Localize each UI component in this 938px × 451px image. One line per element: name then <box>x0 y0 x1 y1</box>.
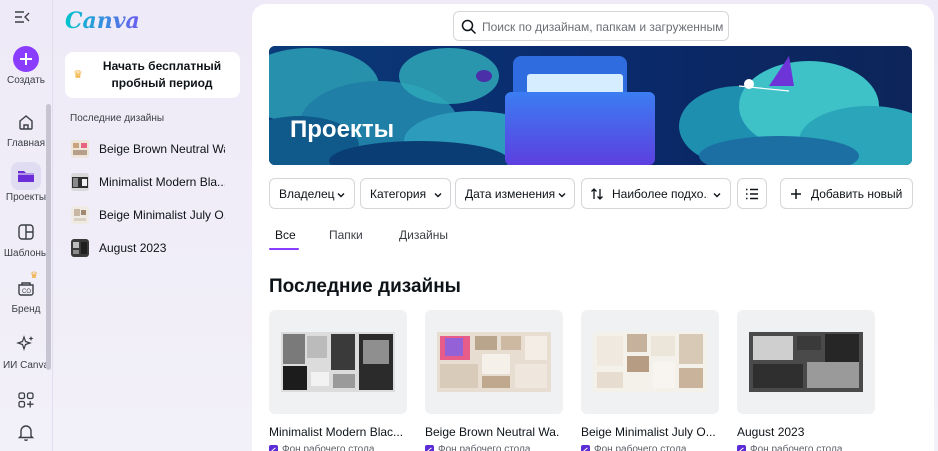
design-card[interactable]: Beige Brown Neutral Wa... Фон рабочего с… <box>425 310 563 451</box>
active-tab-indicator <box>269 248 299 250</box>
notifications-button[interactable] <box>0 418 52 446</box>
rail-item-label: Бренд <box>11 304 41 315</box>
design-type: Фон рабочего стола <box>269 444 407 451</box>
sort-icon <box>591 188 603 200</box>
create-button[interactable]: Создать <box>0 46 52 86</box>
list-view-icon <box>746 188 758 200</box>
design-title: Minimalist Modern Blac... <box>269 425 403 439</box>
date-modified-filter[interactable]: Дата изменения <box>455 178 575 209</box>
design-thumbnail <box>737 310 875 414</box>
recent-design-name: Beige Brown Neutral Wa... <box>99 142 225 156</box>
home-icon <box>11 108 41 136</box>
design-type: Фон рабочего стола <box>737 444 875 451</box>
rail-item-projects[interactable]: Проекты <box>0 162 52 203</box>
recent-design-name: Minimalist Modern Bla... <box>99 175 225 189</box>
chevron-down-icon <box>434 193 442 198</box>
collapse-sidebar-icon[interactable] <box>14 10 36 30</box>
templates-icon <box>11 218 41 246</box>
desktop-wallpaper-icon <box>581 445 590 451</box>
create-label: Создать <box>6 75 45 86</box>
add-new-label: Добавить новый <box>811 187 903 201</box>
folder-icon <box>11 162 41 190</box>
sidebar-scrollbar[interactable] <box>46 104 51 370</box>
search-icon <box>461 19 477 35</box>
recent-design-item[interactable]: August 2023 <box>65 233 245 261</box>
rail-item-home[interactable]: Главная <box>0 108 52 149</box>
date-filter-label: Дата изменения <box>465 187 556 201</box>
design-type-label: Фон рабочего стола <box>438 444 531 451</box>
design-type: Фон рабочего стола <box>581 444 719 451</box>
rail-item-brand[interactable]: ♛ CO Бренд <box>0 270 52 315</box>
main-content: Проекты Владелец Категория Дата изменени… <box>252 4 934 451</box>
design-card[interactable]: Beige Minimalist July O... Фон рабочего … <box>581 310 719 451</box>
left-rail: Создать Главная Проекты Шаблоны ♛ CO Бре… <box>0 0 52 451</box>
rail-item-label: ИИ Canva <box>2 360 50 371</box>
rail-item-apps[interactable] <box>0 386 52 414</box>
recent-design-name: August 2023 <box>99 241 167 255</box>
design-thumbnail <box>71 206 89 224</box>
plus-icon <box>13 46 39 72</box>
rail-item-templates[interactable]: Шаблоны <box>0 218 52 259</box>
apps-icon <box>11 386 41 414</box>
design-card[interactable]: Minimalist Modern Blac... Фон рабочего с… <box>269 310 407 451</box>
chevron-down-icon <box>558 193 566 198</box>
view-toggle-button[interactable] <box>737 178 767 209</box>
recent-designs-title: Последние дизайны <box>70 113 165 124</box>
design-thumbnail <box>425 310 563 414</box>
search-box[interactable] <box>453 11 729 41</box>
tab-all[interactable]: Все <box>275 228 296 242</box>
chevron-down-icon <box>713 193 721 198</box>
side-panel: Canva ♛ Начать бесплатный пробный период… <box>52 0 250 451</box>
trial-label: Начать бесплатный пробный период <box>102 59 222 90</box>
design-title: Beige Minimalist July O... <box>581 425 715 439</box>
chevron-down-icon <box>337 193 345 198</box>
tab-designs[interactable]: Дизайны <box>399 228 448 242</box>
design-card[interactable]: August 2023 Фон рабочего стола <box>737 310 875 451</box>
design-thumbnail <box>71 173 89 191</box>
design-thumbnail <box>71 239 89 257</box>
svg-text:CO: CO <box>22 289 31 295</box>
projects-banner: Проекты <box>269 46 912 165</box>
crown-icon: ♛ <box>73 69 83 81</box>
plus-icon <box>791 189 801 199</box>
sort-dropdown[interactable]: Наиболее подхо... <box>581 178 731 209</box>
tab-folders[interactable]: Папки <box>329 228 363 242</box>
banner-illustration <box>269 46 912 165</box>
design-title: August 2023 <box>737 425 805 439</box>
owner-filter-label: Владелец <box>279 187 335 201</box>
design-thumbnail <box>581 310 719 414</box>
recent-design-item[interactable]: Beige Minimalist July O... <box>65 200 245 228</box>
desktop-wallpaper-icon <box>425 445 434 451</box>
recent-design-name: Beige Minimalist July O... <box>99 208 225 222</box>
desktop-wallpaper-icon <box>737 445 746 451</box>
recent-design-item[interactable]: Minimalist Modern Bla... <box>65 167 245 195</box>
sparkle-icon <box>11 330 41 358</box>
rail-item-label: Главная <box>6 138 46 149</box>
rail-item-ai[interactable]: ИИ Canva <box>0 330 52 371</box>
bell-icon <box>11 418 41 446</box>
design-type-label: Фон рабочего стола <box>282 444 375 451</box>
design-title: Beige Brown Neutral Wa... <box>425 425 559 439</box>
rail-item-label: Проекты <box>5 192 47 203</box>
page-title: Проекты <box>290 116 395 143</box>
brand-icon: CO <box>11 274 41 302</box>
add-new-button[interactable]: Добавить новый <box>780 178 913 209</box>
category-filter-label: Категория <box>370 187 427 201</box>
design-thumbnail <box>269 310 407 414</box>
design-type-label: Фон рабочего стола <box>750 444 843 451</box>
recent-design-item[interactable]: Beige Brown Neutral Wa... <box>65 134 245 162</box>
sort-label: Наиболее подхо... <box>612 187 708 201</box>
design-type-label: Фон рабочего стола <box>594 444 687 451</box>
start-trial-button[interactable]: ♛ Начать бесплатный пробный период <box>65 52 240 98</box>
category-filter[interactable]: Категория <box>360 178 451 209</box>
canva-logo[interactable]: Canva <box>65 8 140 34</box>
design-thumbnail <box>71 140 89 158</box>
design-type: Фон рабочего стола <box>425 444 563 451</box>
section-title: Последние дизайны <box>269 276 461 297</box>
rail-item-label: Шаблоны <box>3 248 49 259</box>
desktop-wallpaper-icon <box>269 445 278 451</box>
search-input[interactable] <box>482 18 724 35</box>
owner-filter[interactable]: Владелец <box>269 178 355 209</box>
